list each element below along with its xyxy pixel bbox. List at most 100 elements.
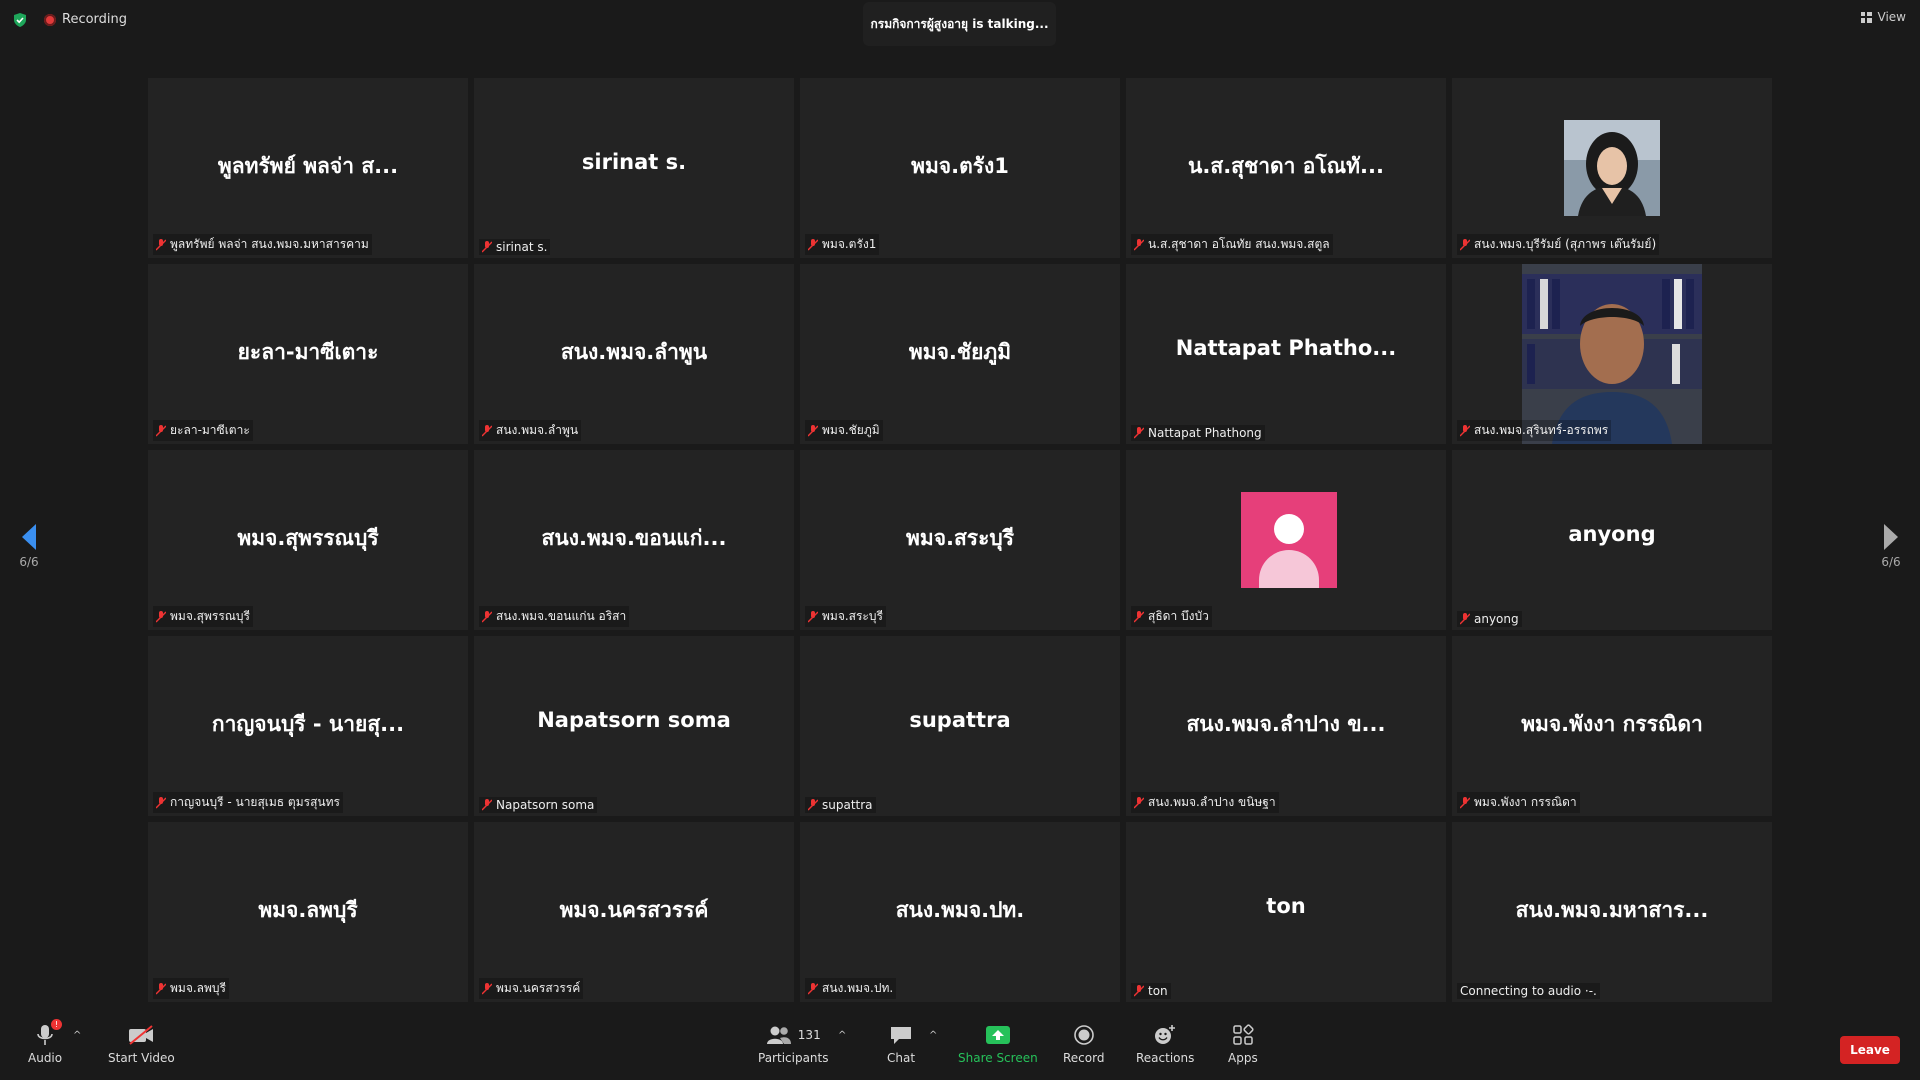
mic-muted-icon <box>1134 427 1144 439</box>
participant-label-text: พมจ.ลพบุรี <box>170 981 226 995</box>
participant-tile[interactable]: สนง.พมจ.ปท. สนง.พมจ.ปท. <box>800 822 1120 1002</box>
participant-name: พูลทรัพย์ พลจ่า ส... <box>217 154 399 178</box>
participant-name: พมจ.ชัยภูมิ <box>908 340 1012 364</box>
participant-name: น.ส.สุชาดา อโณทั... <box>1188 154 1384 178</box>
mic-muted-icon <box>482 424 492 436</box>
mic-muted-icon <box>482 799 492 811</box>
participant-label-text: Connecting to audio ·-. <box>1460 984 1597 998</box>
participants-label: Participants <box>758 1051 829 1065</box>
participant-label: สนง.พมจ.ปท. <box>805 978 897 999</box>
participant-name: สนง.พมจ.ปท. <box>895 898 1025 922</box>
participant-label: สนง.พมจ.ลำปาง ขนิษฐา <box>1131 792 1279 813</box>
participant-name: กาญจนบุรี - นายสุ... <box>211 712 405 736</box>
participant-tile[interactable]: sirinat s. sirinat s. <box>474 78 794 258</box>
participant-label: น.ส.สุชาดา อโณทัย สนง.พมจ.สตูล <box>1131 234 1333 255</box>
meeting-toolbar: ! Audio ^ Start Video 131 Participants ^ <box>0 1016 1920 1080</box>
participant-tile[interactable]: ยะลา-มาซีเตาะ ยะลา-มาซีเตาะ <box>148 264 468 444</box>
participant-name: สนง.พมจ.มหาสาร... <box>1515 898 1709 922</box>
participant-name: ยะลา-มาซีเตาะ <box>237 340 379 364</box>
participant-tile[interactable]: supattra supattra <box>800 636 1120 816</box>
participant-name: สนง.พมจ.ขอนแก่... <box>541 526 727 550</box>
participant-tile[interactable]: พมจ.ชัยภูมิ พมจ.ชัยภูมิ <box>800 264 1120 444</box>
chat-options-caret-icon[interactable]: ^ <box>929 1030 937 1041</box>
participant-tile[interactable]: สนง.พมจ.มหาสาร... Connecting to audio ·-… <box>1452 822 1772 1002</box>
participant-label-text: พมจ.สุพรรณบุรี <box>170 609 250 623</box>
participant-tile[interactable]: ton ton <box>1126 822 1446 1002</box>
mic-muted-icon <box>156 424 166 436</box>
participant-tile[interactable]: พมจ.ตรัง1 พมจ.ตรัง1 <box>800 78 1120 258</box>
participant-tile[interactable]: สนง.พมจ.บุรีรัมย์ (สุภาพร เต๊นรัมย์) <box>1452 78 1772 258</box>
view-button[interactable]: View <box>1860 10 1906 24</box>
participant-label-text: พูลทรัพย์ พลจ่า สนง.พมจ.มหาสารคาม <box>170 237 369 251</box>
audio-alert-badge: ! <box>51 1019 63 1030</box>
grid-view-icon <box>1860 11 1872 23</box>
participant-label-text: ยะลา-มาซีเตาะ <box>170 423 250 437</box>
participant-label-text: สนง.พมจ.บุรีรัมย์ (สุภาพร เต๊นรัมย์) <box>1474 237 1657 251</box>
participant-label-text: สนง.พมจ.ลำพูน <box>496 423 579 437</box>
participant-tile[interactable]: Nattapat Phatho... Nattapat Phathong <box>1126 264 1446 444</box>
participant-label: ton <box>1131 983 1171 999</box>
participant-label: Nattapat Phathong <box>1131 425 1265 441</box>
participant-tile[interactable]: พูลทรัพย์ พลจ่า ส... พูลทรัพย์ พลจ่า สนง… <box>148 78 468 258</box>
reactions-button[interactable]: Reactions <box>1136 1022 1194 1065</box>
participant-label: พมจ.ชัยภูมิ <box>805 420 883 441</box>
participants-button[interactable]: 131 Participants <box>758 1022 829 1065</box>
chat-button[interactable]: Chat <box>887 1022 915 1065</box>
chat-bubble-icon <box>891 1027 912 1044</box>
participant-tile[interactable]: พมจ.นครสวรรค์ พมจ.นครสวรรค์ <box>474 822 794 1002</box>
participants-options-caret-icon[interactable]: ^ <box>838 1030 846 1041</box>
participant-tile[interactable]: พมจ.สระบุรี พมจ.สระบุรี <box>800 450 1120 630</box>
participant-label: พมจ.นครสวรรค์ <box>479 978 584 999</box>
smiley-plus-icon <box>1155 1025 1176 1044</box>
share-screen-button[interactable]: Share Screen <box>958 1022 1038 1065</box>
start-video-button[interactable]: Start Video <box>108 1022 175 1065</box>
participant-name: พมจ.ลพบุรี <box>258 898 358 922</box>
participant-tile[interactable]: พมจ.ลพบุรี พมจ.ลพบุรี <box>148 822 468 1002</box>
participant-tile[interactable]: พมจ.พังงา กรรณิดา พมจ.พังงา กรรณิดา <box>1452 636 1772 816</box>
participant-name: พมจ.สระบุรี <box>906 526 1014 550</box>
participant-tile[interactable]: น.ส.สุชาดา อโณทั... น.ส.สุชาดา อโณทัย สน… <box>1126 78 1446 258</box>
security-shield-icon[interactable] <box>12 12 28 28</box>
participant-label: สนง.พมจ.ลำพูน <box>479 420 582 441</box>
audio-button[interactable]: ! Audio <box>28 1019 63 1065</box>
reactions-label: Reactions <box>1136 1051 1195 1065</box>
previous-page-button[interactable]: 6/6 <box>9 522 49 569</box>
participant-label-text: สนง.พมจ.ปท. <box>822 981 894 995</box>
participant-tile[interactable]: สนง.พมจ.ลำพูน สนง.พมจ.ลำพูน <box>474 264 794 444</box>
next-page-button[interactable]: 6/6 <box>1871 522 1911 569</box>
record-button[interactable]: Record <box>1063 1022 1104 1065</box>
participant-label: Napatsorn soma <box>479 797 598 813</box>
participant-tile[interactable]: กาญจนบุรี - นายสุ... กาญจนบุรี - นายสุเม… <box>148 636 468 816</box>
participants-count: 131 <box>797 1028 821 1042</box>
participant-label-text: กาญจนบุรี - นายสุเมธ ตุมรสุนทร <box>170 795 340 809</box>
page-indicator-right: 6/6 <box>1881 555 1901 569</box>
participant-label: พมจ.ลพบุรี <box>153 978 229 999</box>
participant-label-text: น.ส.สุชาดา อโณทัย สนง.พมจ.สตูล <box>1148 237 1330 251</box>
recording-label: Recording <box>62 12 128 27</box>
participant-tile[interactable]: พมจ.สุพรรณบุรี พมจ.สุพรรณบุรี <box>148 450 468 630</box>
mic-muted-icon <box>156 610 166 622</box>
mic-muted-icon <box>482 610 492 622</box>
participant-tile[interactable]: anyong anyong <box>1452 450 1772 630</box>
participant-tile[interactable]: Napatsorn soma Napatsorn soma <box>474 636 794 816</box>
mic-muted-icon <box>1134 238 1144 250</box>
participant-grid: พูลทรัพย์ พลจ่า ส... พูลทรัพย์ พลจ่า สนง… <box>148 78 1772 1002</box>
leave-button[interactable]: Leave <box>1840 1036 1900 1064</box>
view-label: View <box>1877 10 1906 24</box>
share-screen-icon <box>985 1026 1010 1044</box>
top-bar: Recording กรมกิจการผู้สูงอายุ is talking… <box>0 0 1920 46</box>
participant-tile[interactable]: สนง.พมจ.สุรินทร์-อรรถพร <box>1452 264 1772 444</box>
participant-label: supattra <box>805 797 876 813</box>
video-off-icon <box>129 1025 154 1045</box>
participant-tile[interactable]: สนง.พมจ.ลำปาง ข... สนง.พมจ.ลำปาง ขนิษฐา <box>1126 636 1446 816</box>
participant-label: anyong <box>1457 611 1522 627</box>
participant-label-text: sirinat s. <box>496 240 548 254</box>
audio-options-caret-icon[interactable]: ^ <box>73 1030 81 1041</box>
participant-label: Connecting to audio ·-. <box>1457 983 1600 999</box>
mic-muted-icon <box>482 982 492 994</box>
participant-tile[interactable]: สนง.พมจ.ขอนแก่... สนง.พมจ.ขอนแก่น อริสา <box>474 450 794 630</box>
participant-tile[interactable]: สุธิดา บึงบัว <box>1126 450 1446 630</box>
recording-dot-icon <box>44 13 56 26</box>
apps-button[interactable]: Apps <box>1228 1022 1258 1065</box>
recording-indicator[interactable]: Recording <box>44 12 127 27</box>
